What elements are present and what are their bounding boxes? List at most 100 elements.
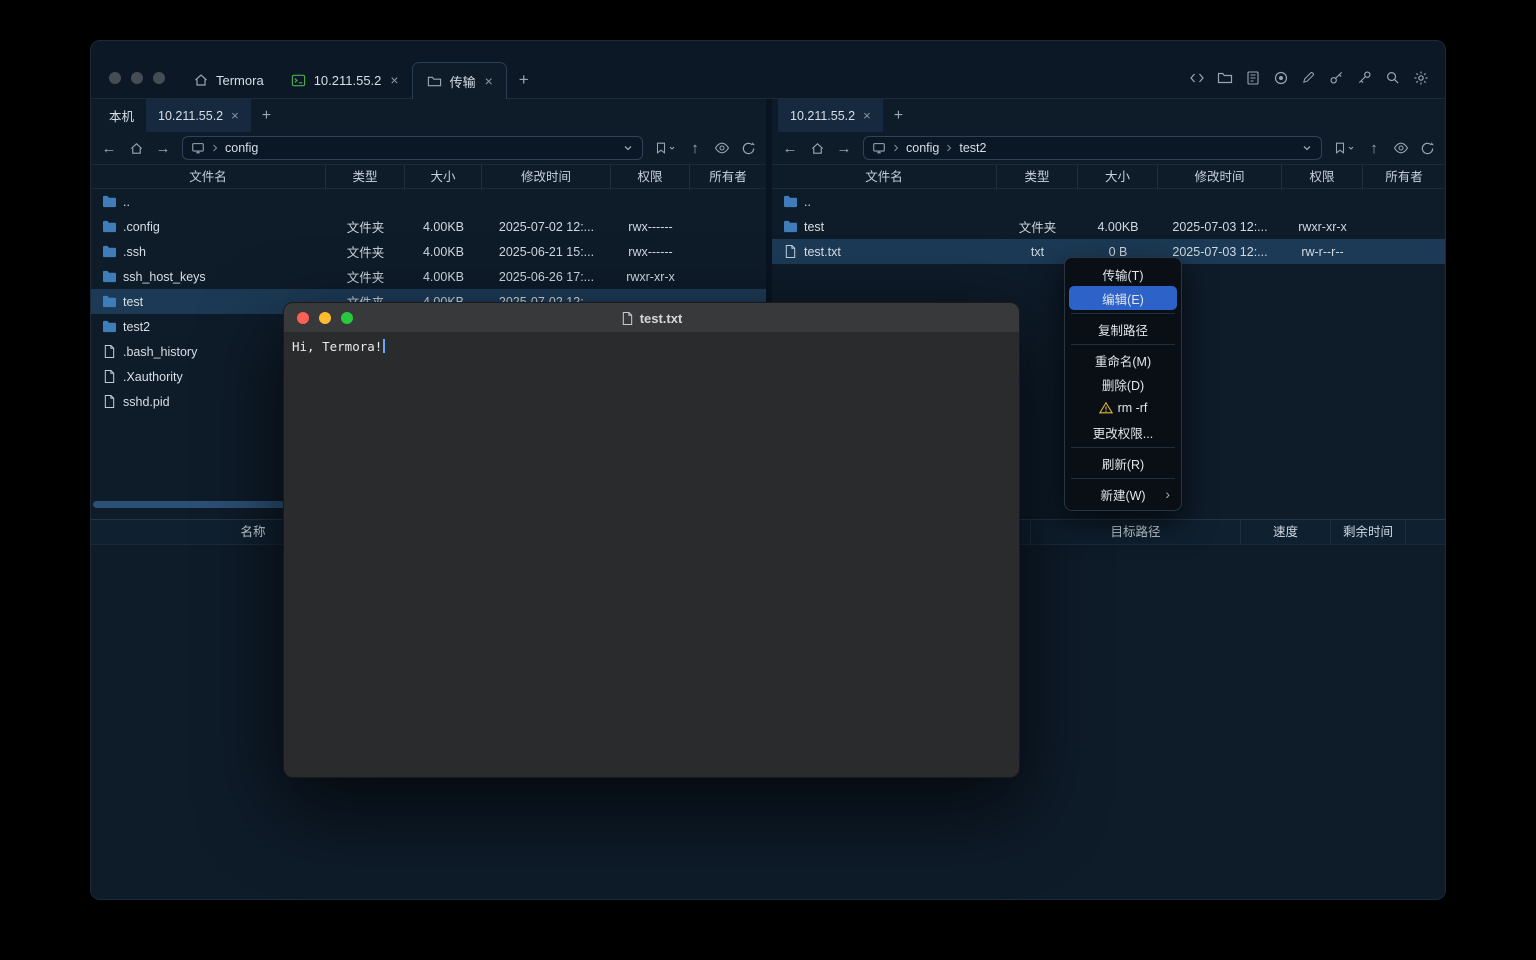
folder-icon — [101, 295, 117, 308]
file-row[interactable]: .. — [772, 189, 1445, 214]
refresh-button[interactable] — [1420, 141, 1435, 156]
close-tab-icon[interactable]: × — [485, 73, 493, 89]
column-perms[interactable]: 权限 — [611, 165, 690, 190]
column-perms[interactable]: 权限 — [1282, 165, 1363, 190]
search-icon[interactable] — [1384, 69, 1401, 86]
path-field[interactable]: config test2 — [863, 136, 1322, 160]
file-row[interactable]: .config文件夹4.00KB2025-07-02 12:...rwx----… — [91, 214, 766, 239]
settings-gear-icon[interactable] — [1412, 69, 1429, 86]
file-row[interactable]: test文件夹4.00KB2025-07-03 12:...rwxr-xr-x — [772, 214, 1445, 239]
file-perms: rwx------ — [611, 220, 690, 234]
breadcrumb-segment[interactable]: config — [906, 141, 939, 155]
home-icon — [192, 72, 209, 89]
breadcrumb-separator-icon — [944, 143, 954, 153]
show-hidden-eye-icon[interactable] — [714, 140, 730, 156]
close-button[interactable] — [109, 72, 121, 84]
zoom-button[interactable] — [153, 72, 165, 84]
close-tab-icon[interactable]: × — [231, 108, 239, 123]
context-menu-item[interactable]: 删除(D) — [1069, 372, 1177, 396]
context-menu-item[interactable]: 新建(W)› — [1069, 482, 1177, 506]
editor-content[interactable]: Hi, Termora! — [284, 333, 1019, 777]
file-size: 4.00KB — [405, 270, 482, 284]
tab-host[interactable]: 10.211.55.2 × — [146, 99, 251, 132]
column-filename[interactable]: 文件名 — [772, 165, 997, 190]
file-name: .. — [804, 195, 811, 209]
file-row[interactable]: .. — [91, 189, 766, 214]
new-tab-button[interactable]: + — [883, 99, 914, 132]
column-type[interactable]: 类型 — [326, 165, 405, 190]
file-mtime: 2025-06-21 15:... — [482, 245, 611, 259]
column-target-path[interactable]: 目标路径 — [1031, 520, 1241, 545]
file-name: test2 — [123, 320, 150, 334]
ssh-host-icon — [290, 72, 307, 89]
keychain-icon[interactable] — [1356, 69, 1373, 86]
file-mtime: 2025-07-03 12:... — [1158, 245, 1282, 259]
column-type[interactable]: 类型 — [997, 165, 1078, 190]
new-tab-button[interactable]: + — [251, 99, 282, 132]
file-perms: rwx------ — [611, 245, 690, 259]
folder-icon[interactable] — [1216, 69, 1233, 86]
tab-label: 10.211.55.2 — [158, 109, 223, 123]
tab-host[interactable]: 10.211.55.2 × — [277, 62, 412, 98]
edit-icon[interactable] — [1300, 69, 1317, 86]
file-name: .ssh — [123, 245, 146, 259]
tab-termora-home[interactable]: Termora — [179, 62, 277, 98]
bookmark-button[interactable] — [654, 141, 676, 155]
column-mtime[interactable]: 修改时间 — [1158, 165, 1282, 190]
show-hidden-eye-icon[interactable] — [1393, 140, 1409, 156]
context-menu-item[interactable]: rm -rf — [1069, 396, 1177, 420]
column-speed[interactable]: 速度 — [1241, 520, 1331, 545]
file-row[interactable]: .ssh文件夹4.00KB2025-06-21 15:...rwx------ — [91, 239, 766, 264]
file-name: .Xauthority — [123, 370, 183, 384]
path-field[interactable]: config — [182, 136, 643, 160]
context-menu-item[interactable]: 编辑(E) — [1069, 286, 1177, 310]
macro-record-icon[interactable] — [1272, 69, 1289, 86]
context-menu-item[interactable]: 复制路径 — [1069, 317, 1177, 341]
tab-host[interactable]: 10.211.55.2 × — [778, 99, 883, 132]
bookmark-button[interactable] — [1333, 141, 1355, 155]
log-icon[interactable] — [1244, 69, 1261, 86]
right-file-list: .. test文件夹4.00KB2025-07-03 12:...rwxr-xr-… — [772, 189, 1445, 264]
tab-transfer[interactable]: 传输 × — [412, 62, 507, 99]
column-owner[interactable]: 所有者 — [690, 165, 766, 190]
context-menu-item[interactable]: 更改权限... — [1069, 420, 1177, 444]
file-name: test — [804, 220, 824, 234]
minimize-button[interactable] — [131, 72, 143, 84]
back-button[interactable]: ← — [782, 141, 798, 156]
forward-button[interactable]: → — [155, 141, 171, 156]
close-tab-icon[interactable]: × — [390, 72, 398, 88]
forward-button[interactable]: → — [836, 141, 852, 156]
file-name-cell: .. — [91, 195, 326, 209]
column-mtime[interactable]: 修改时间 — [482, 165, 611, 190]
upload-button[interactable]: ↑ — [1366, 141, 1382, 156]
tab-local[interactable]: 本机 — [97, 99, 146, 132]
back-button[interactable]: ← — [101, 141, 117, 156]
home-button[interactable] — [809, 141, 825, 156]
file-row[interactable]: ssh_host_keys文件夹4.00KB2025-06-26 17:...r… — [91, 264, 766, 289]
file-perms: rwxr-xr-x — [1282, 220, 1363, 234]
chevron-down-icon[interactable] — [1301, 142, 1313, 154]
chevron-down-icon[interactable] — [622, 142, 634, 154]
close-tab-icon[interactable]: × — [863, 108, 871, 123]
menu-separator — [1071, 447, 1175, 448]
breadcrumb-segment[interactable]: test2 — [959, 141, 986, 155]
home-button[interactable] — [128, 141, 144, 156]
column-size[interactable]: 大小 — [405, 165, 482, 190]
refresh-button[interactable] — [741, 141, 756, 156]
column-owner[interactable]: 所有者 — [1363, 165, 1445, 190]
column-filename[interactable]: 文件名 — [91, 165, 326, 190]
folder-icon — [426, 73, 443, 90]
editor-titlebar[interactable]: test.txt — [284, 303, 1019, 333]
key-icon[interactable] — [1328, 69, 1345, 86]
breadcrumb-segment[interactable]: config — [225, 141, 258, 155]
screen: Termora 10.211.55.2 × 传输 × + — [0, 0, 1536, 960]
context-menu-item[interactable]: 刷新(R) — [1069, 451, 1177, 475]
column-remaining-time[interactable]: 剩余时间 — [1331, 520, 1406, 545]
context-menu-item[interactable]: 传输(T) — [1069, 262, 1177, 286]
upload-button[interactable]: ↑ — [687, 141, 703, 156]
context-menu-item[interactable]: 重命名(M) — [1069, 348, 1177, 372]
column-size[interactable]: 大小 — [1078, 165, 1158, 190]
code-snippet-icon[interactable] — [1188, 69, 1205, 86]
new-tab-button[interactable]: + — [507, 62, 541, 98]
breadcrumb-separator-icon — [891, 143, 901, 153]
